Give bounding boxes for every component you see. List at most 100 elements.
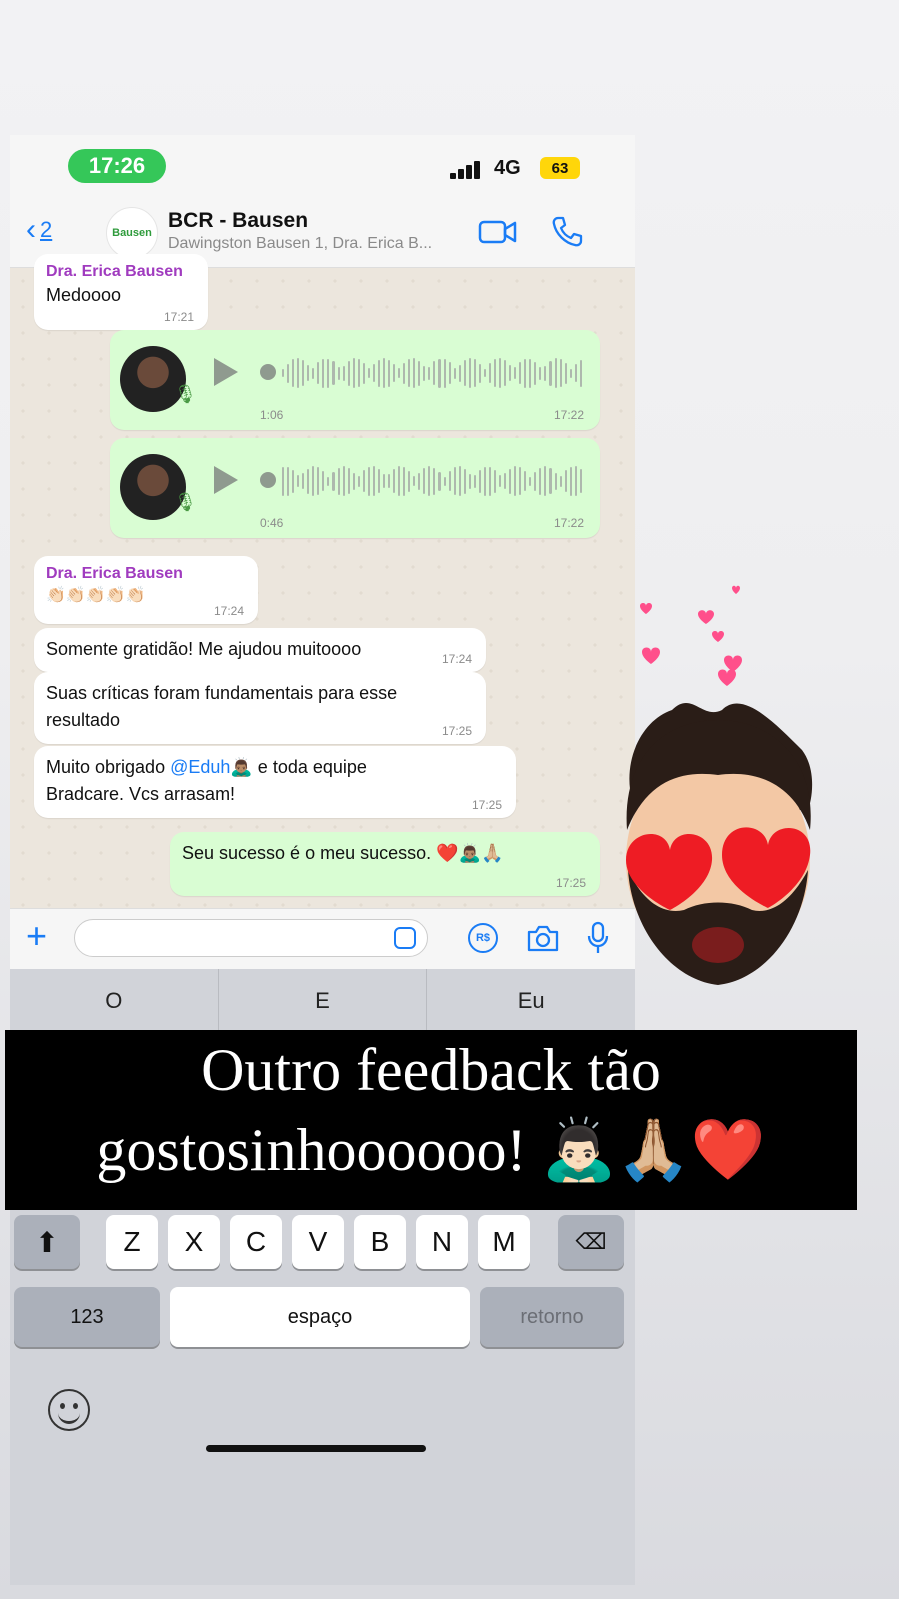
sender-name: Dra. Erica Bausen bbox=[46, 263, 183, 280]
plus-icon[interactable]: + bbox=[26, 915, 47, 957]
waveform-bar bbox=[292, 469, 295, 493]
message-text: Seu sucesso é o meu sucesso. ❤️🙇🏽‍♂️🙏🏼 bbox=[182, 843, 504, 863]
message-bubble-outgoing[interactable]: Seu sucesso é o meu sucesso. ❤️🙇🏽‍♂️🙏🏼 1… bbox=[170, 832, 600, 896]
waveform-bar bbox=[377, 359, 380, 387]
key-c[interactable]: C bbox=[230, 1215, 282, 1269]
scrubber-handle[interactable] bbox=[260, 364, 276, 380]
waveform-bar bbox=[443, 476, 446, 486]
waveform-bar bbox=[463, 468, 466, 494]
waveform-bar bbox=[579, 469, 582, 493]
waveform-bar bbox=[478, 363, 481, 383]
play-icon[interactable] bbox=[214, 466, 238, 494]
message-text: Suas críticas foram fundamentais para es… bbox=[46, 683, 398, 730]
waveform-bar bbox=[443, 358, 446, 388]
waveform-bar bbox=[393, 469, 396, 493]
key-v[interactable]: V bbox=[292, 1215, 344, 1269]
waveform-bar bbox=[483, 466, 486, 496]
payment-icon[interactable]: R$ bbox=[468, 923, 498, 953]
chat-participants[interactable]: Dawingston Bausen 1, Dra. Erica B... bbox=[168, 235, 468, 253]
waveform-bar bbox=[382, 474, 385, 488]
waveform-bar bbox=[544, 365, 547, 381]
message-bubble[interactable]: Dra. Erica Bausen 👏🏻👏🏻👏🏻👏🏻👏🏻 17:24 bbox=[34, 556, 258, 624]
suggestion-item[interactable]: Eu bbox=[427, 969, 635, 1033]
shift-key[interactable]: ⬆ bbox=[14, 1215, 80, 1269]
waveform[interactable] bbox=[282, 464, 582, 498]
voice-message[interactable]: 🎙 0:46 17:22 bbox=[110, 438, 600, 538]
video-call-icon[interactable] bbox=[478, 217, 518, 247]
return-key[interactable]: retorno bbox=[480, 1287, 624, 1347]
message-text: Muito obrigado @Eduh🙇🏽‍♂️ e toda equipe … bbox=[46, 754, 446, 808]
waveform-bar bbox=[468, 358, 471, 388]
waveform-bar bbox=[564, 362, 567, 384]
sender-name: Dra. Erica Bausen bbox=[46, 565, 183, 582]
waveform-bar bbox=[428, 466, 431, 496]
message-bubble[interactable]: Muito obrigado @Eduh🙇🏽‍♂️ e toda equipe … bbox=[34, 746, 516, 818]
waveform-bar bbox=[307, 365, 310, 381]
suggestion-item[interactable]: O bbox=[10, 969, 219, 1033]
key-m[interactable]: M bbox=[478, 1215, 530, 1269]
key-b[interactable]: B bbox=[354, 1215, 406, 1269]
waveform-bar bbox=[312, 466, 315, 496]
waveform-bar bbox=[448, 362, 451, 384]
mention-link[interactable]: @Eduh bbox=[170, 757, 230, 777]
waveform-bar bbox=[372, 364, 375, 382]
waveform-bar bbox=[569, 466, 572, 496]
waveform-bar bbox=[433, 467, 436, 495]
home-indicator[interactable] bbox=[206, 1445, 426, 1452]
waveform-bar bbox=[393, 364, 396, 382]
waveform-bar bbox=[337, 366, 340, 380]
message-time: 17:25 bbox=[441, 724, 472, 738]
signal-icon bbox=[450, 159, 486, 179]
key-n[interactable]: N bbox=[416, 1215, 468, 1269]
chat-title[interactable]: BCR - Bausen bbox=[168, 209, 308, 233]
message-time: 17:25 bbox=[555, 876, 586, 890]
waveform-bar bbox=[367, 368, 370, 378]
memoji-mouth bbox=[692, 927, 744, 963]
message-bubble[interactable]: Dra. Erica Bausen Medoooo 17:21 bbox=[34, 254, 208, 330]
back-button[interactable]: ‹ 2 bbox=[26, 213, 52, 247]
waveform-bar bbox=[387, 359, 391, 387]
status-time[interactable]: 17:26 bbox=[68, 149, 166, 183]
play-icon[interactable] bbox=[214, 358, 238, 386]
waveform-bar bbox=[549, 360, 552, 386]
group-avatar[interactable]: Bausen bbox=[106, 207, 158, 259]
caption-line-2: gostosinhoooooo! 🙇🏻‍♂️🙏🏼❤️ bbox=[96, 1117, 766, 1183]
message-text: Medoooo bbox=[46, 285, 122, 305]
waveform-bar bbox=[357, 359, 360, 387]
message-time: 17:24 bbox=[441, 652, 472, 666]
voice-message[interactable]: 🎙 1:06 17:22 bbox=[110, 330, 600, 430]
waveform-bar bbox=[362, 362, 365, 384]
waveform[interactable] bbox=[282, 356, 582, 390]
waveform-bar bbox=[514, 466, 517, 496]
delete-key[interactable]: ⌫ bbox=[558, 1215, 624, 1269]
message-time: 17:22 bbox=[553, 516, 584, 530]
camera-icon[interactable] bbox=[526, 923, 560, 953]
waveform-bar bbox=[574, 466, 577, 496]
emoji-icon[interactable] bbox=[48, 1389, 90, 1431]
waveform-bar bbox=[337, 467, 340, 495]
phone-call-icon[interactable] bbox=[550, 215, 584, 249]
waveform-bar bbox=[423, 365, 426, 381]
waveform-bar bbox=[579, 359, 582, 387]
message-input[interactable] bbox=[74, 919, 428, 957]
waveform-bar bbox=[554, 472, 557, 490]
waveform-bar bbox=[438, 358, 441, 388]
waveform-bar bbox=[539, 366, 542, 380]
chat-area[interactable]: Dra. Erica Bausen Medoooo 17:21 🎙 1:06 1… bbox=[10, 254, 635, 908]
waveform-bar bbox=[458, 466, 461, 496]
space-key[interactable]: espaço bbox=[170, 1287, 470, 1347]
sticker-icon[interactable] bbox=[394, 927, 416, 949]
waveform-bar bbox=[448, 471, 451, 491]
message-bubble[interactable]: Somente gratidão! Me ajudou muitoooo 17:… bbox=[34, 628, 486, 672]
microphone-icon[interactable] bbox=[586, 921, 610, 955]
waveform-bar bbox=[282, 369, 285, 377]
suggestion-item[interactable]: E bbox=[219, 969, 428, 1033]
numbers-key[interactable]: 123 bbox=[14, 1287, 160, 1347]
waveform-bar bbox=[403, 466, 406, 496]
floating-hearts-icon bbox=[640, 585, 742, 686]
message-bubble[interactable]: Suas críticas foram fundamentais para es… bbox=[34, 672, 486, 744]
key-z[interactable]: Z bbox=[106, 1215, 158, 1269]
waveform-bar bbox=[559, 475, 562, 487]
key-x[interactable]: X bbox=[168, 1215, 220, 1269]
scrubber-handle[interactable] bbox=[260, 472, 276, 488]
